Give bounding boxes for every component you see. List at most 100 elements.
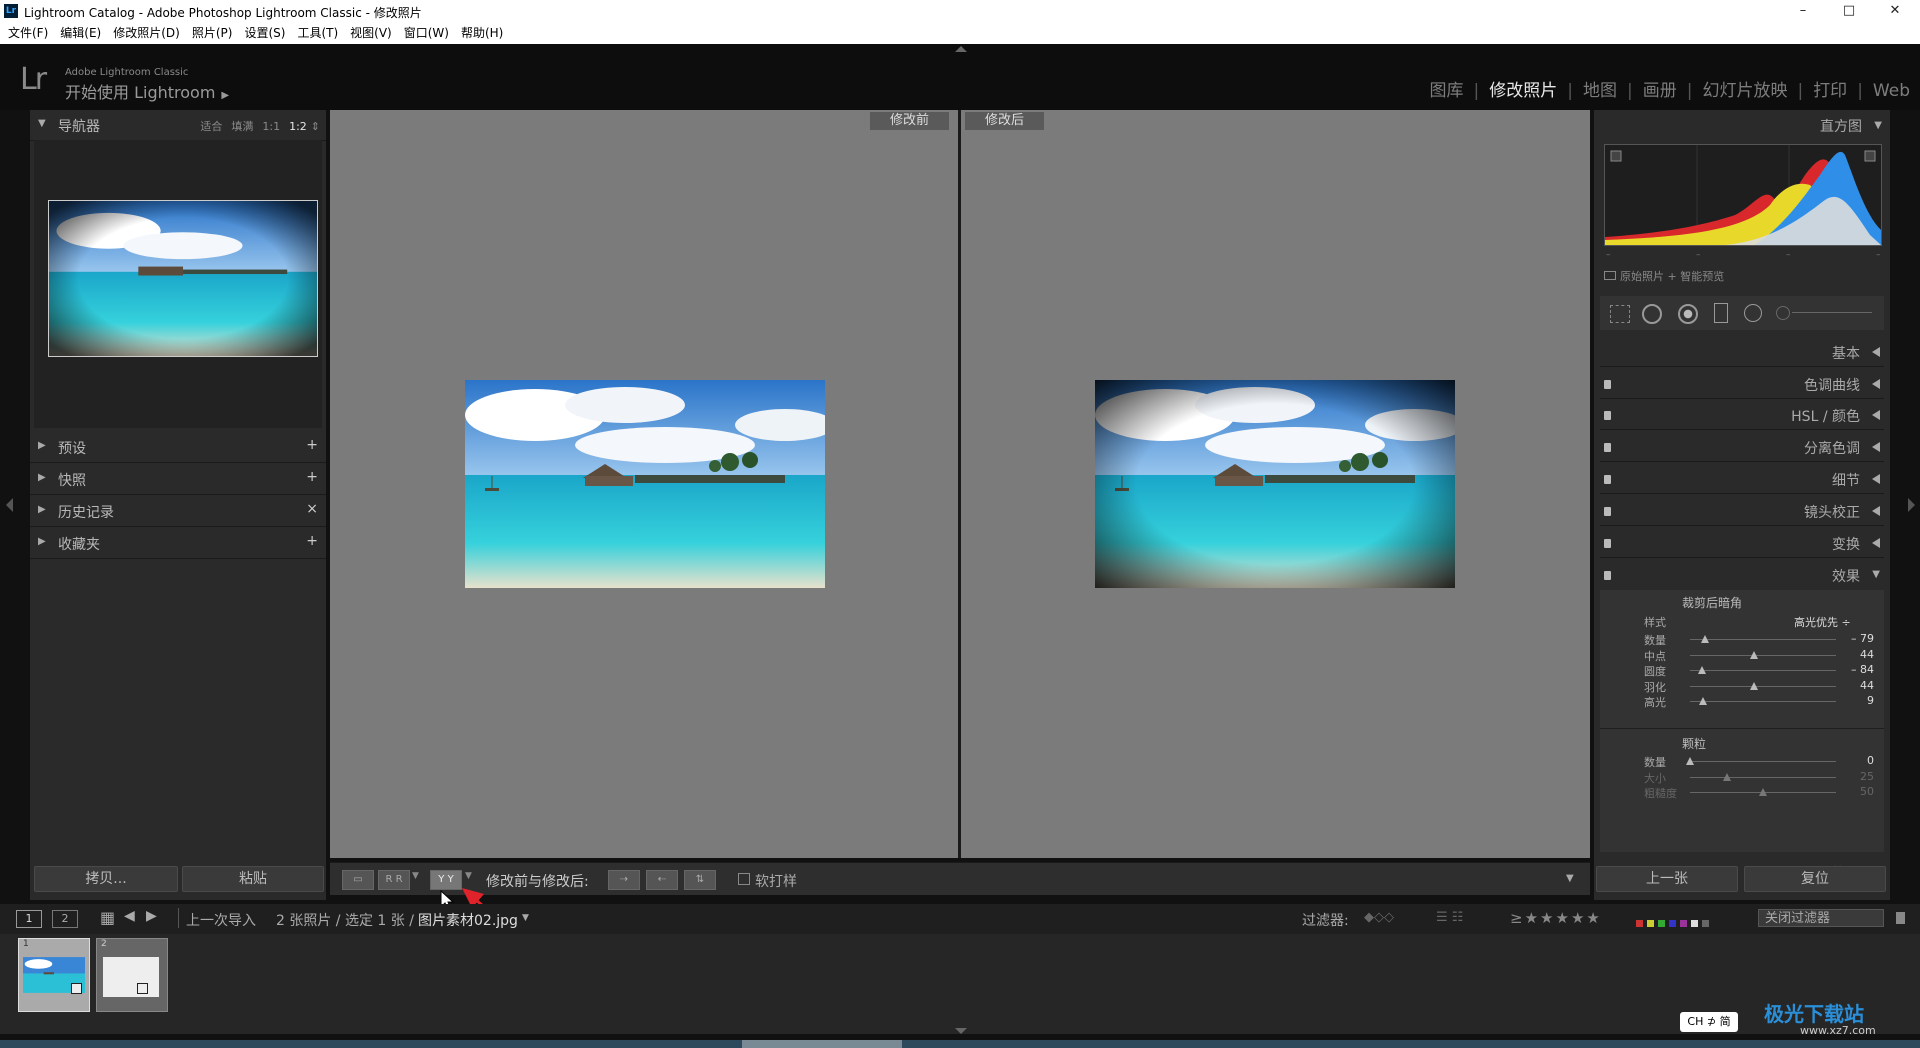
left-panel-toggle-icon[interactable] bbox=[6, 498, 13, 512]
arrow-right-icon[interactable]: ▶ bbox=[146, 908, 157, 924]
radial-filter-icon[interactable] bbox=[1744, 304, 1762, 322]
before-after-lr-button[interactable]: R R bbox=[378, 870, 410, 890]
slider-knob[interactable] bbox=[1697, 666, 1706, 675]
menu-photo[interactable]: 照片(P) bbox=[186, 22, 239, 44]
menu-help[interactable]: 帮助(H) bbox=[455, 22, 509, 44]
get-started-link[interactable]: 开始使用 Lightroom ▶ bbox=[65, 79, 229, 103]
minimize-button[interactable]: – bbox=[1780, 0, 1826, 22]
swap-before-after-button[interactable]: ⇅ bbox=[684, 870, 716, 890]
section-switch[interactable] bbox=[1604, 571, 1611, 580]
collapse-down-icon[interactable]: ▼ bbox=[1874, 120, 1882, 131]
slider-track[interactable] bbox=[1690, 639, 1836, 640]
add-snapshot-icon[interactable]: + bbox=[306, 469, 318, 485]
previous-button[interactable]: 上一张 bbox=[1596, 866, 1738, 892]
section-switch[interactable] bbox=[1604, 443, 1611, 452]
collections-header[interactable]: ▶ 收藏夹 + bbox=[30, 528, 326, 559]
section-switch[interactable] bbox=[1604, 475, 1611, 484]
histogram[interactable] bbox=[1604, 144, 1882, 246]
menu-edit[interactable]: 编辑(E) bbox=[54, 22, 107, 44]
spot-removal-icon[interactable] bbox=[1642, 304, 1662, 324]
menu-settings[interactable]: 设置(S) bbox=[238, 22, 291, 44]
menu-develop[interactable]: 修改照片(D) bbox=[107, 22, 186, 44]
slider-knob[interactable] bbox=[1750, 681, 1759, 690]
slider-knob[interactable] bbox=[1686, 757, 1694, 765]
history-header[interactable]: ▶ 历史记录 × bbox=[30, 496, 326, 527]
before-photo[interactable] bbox=[465, 380, 825, 588]
after-photo[interactable] bbox=[1095, 380, 1455, 588]
slider-value[interactable]: 44 bbox=[1860, 648, 1874, 661]
copy-before-to-after-button[interactable]: ⇢ bbox=[608, 870, 640, 890]
slider-value[interactable]: – 84 bbox=[1851, 663, 1874, 676]
second-window-button[interactable]: 2 bbox=[52, 910, 78, 928]
slider-value[interactable]: 25 bbox=[1860, 770, 1874, 783]
red-eye-icon[interactable] bbox=[1678, 304, 1698, 324]
slider-row[interactable]: 高光 9 bbox=[1600, 692, 1884, 710]
filmstrip-thumb[interactable]: 1 bbox=[18, 938, 90, 1012]
slider-track[interactable] bbox=[1690, 685, 1836, 687]
soft-proof-checkbox[interactable] bbox=[738, 873, 750, 885]
section-basic[interactable]: 基本 bbox=[1600, 338, 1884, 366]
slider-track[interactable] bbox=[1690, 670, 1836, 672]
filename-label[interactable]: 图片素材02.jpg bbox=[418, 910, 518, 930]
module-book[interactable]: 画册 bbox=[1643, 76, 1677, 101]
module-map[interactable]: 地图 bbox=[1583, 76, 1617, 101]
add-collection-icon[interactable]: + bbox=[306, 533, 318, 549]
section-detail[interactable]: 细节 bbox=[1600, 465, 1884, 493]
brush-icon[interactable] bbox=[1776, 306, 1790, 320]
menu-view[interactable]: 视图(V) bbox=[344, 22, 398, 44]
slider-knob[interactable] bbox=[1700, 635, 1709, 643]
section-split-toning[interactable]: 分离色调 bbox=[1600, 433, 1884, 461]
section-switch[interactable] bbox=[1604, 380, 1611, 389]
zoom-fit[interactable]: 适合 bbox=[200, 120, 222, 133]
maximize-button[interactable]: □ bbox=[1826, 0, 1872, 22]
close-button[interactable]: ✕ bbox=[1872, 0, 1918, 22]
section-tone-curve[interactable]: 色调曲线 bbox=[1600, 370, 1884, 398]
slider-value[interactable]: 50 bbox=[1860, 785, 1874, 798]
navigator-preview[interactable] bbox=[34, 140, 322, 428]
menu-file[interactable]: 文件(F) bbox=[0, 22, 54, 44]
slider-knob[interactable] bbox=[1722, 772, 1731, 781]
copy-settings-button[interactable]: 拷贝... bbox=[34, 866, 178, 892]
slider-value[interactable]: 9 bbox=[1867, 694, 1874, 707]
module-library[interactable]: 图库 bbox=[1430, 76, 1464, 101]
arrow-left-icon[interactable]: ◀ bbox=[124, 908, 135, 924]
module-slideshow[interactable]: 幻灯片放映 bbox=[1702, 76, 1787, 101]
ime-indicator[interactable]: CH ⊅ 简 bbox=[1680, 1012, 1738, 1032]
edit-filter-icons[interactable]: ☰ ☷ bbox=[1436, 910, 1463, 925]
section-hsl[interactable]: HSL / 颜色 bbox=[1600, 401, 1884, 429]
crop-tool-icon[interactable] bbox=[1610, 305, 1630, 323]
loupe-view-button[interactable]: ▭ bbox=[342, 870, 374, 890]
section-effects[interactable]: 效果 ▼ bbox=[1600, 561, 1884, 589]
right-panel-toggle-icon[interactable] bbox=[1908, 498, 1915, 512]
slider-track[interactable] bbox=[1690, 776, 1836, 778]
reset-button[interactable]: 复位 bbox=[1744, 866, 1886, 892]
menu-window[interactable]: 窗口(W) bbox=[398, 22, 455, 44]
clear-history-icon[interactable]: × bbox=[306, 501, 318, 517]
slider-track[interactable] bbox=[1690, 654, 1836, 656]
slider-track[interactable] bbox=[1690, 761, 1836, 762]
slider-track[interactable] bbox=[1690, 701, 1836, 703]
slider-value[interactable]: – 79 bbox=[1851, 632, 1874, 645]
filter-preset-select[interactable]: 关闭过滤器 bbox=[1758, 909, 1884, 927]
slider-row[interactable]: 粗糙度 50 bbox=[1600, 783, 1884, 801]
module-web[interactable]: Web bbox=[1873, 81, 1910, 101]
copy-after-to-before-button[interactable]: ⇠ bbox=[646, 870, 678, 890]
section-switch[interactable] bbox=[1604, 411, 1611, 420]
menu-tools[interactable]: 工具(T) bbox=[291, 22, 344, 44]
section-lens-corrections[interactable]: 镜头校正 bbox=[1600, 497, 1884, 525]
filmstrip-thumb[interactable]: 2 bbox=[96, 938, 168, 1012]
paste-settings-button[interactable]: 粘贴 bbox=[182, 866, 324, 892]
graduated-filter-icon[interactable] bbox=[1714, 303, 1728, 323]
grid-icon[interactable]: ▦ bbox=[100, 908, 115, 927]
navigator-header[interactable]: ▼ 导航器 适合 填满 1:1 1:2 ⇕ bbox=[30, 110, 326, 141]
main-window-button[interactable]: 1 bbox=[16, 910, 42, 928]
chevron-down-icon[interactable]: ▼ bbox=[522, 913, 529, 923]
brush-slider[interactable] bbox=[1792, 312, 1872, 313]
navigator-thumbnail[interactable] bbox=[48, 200, 318, 357]
vignette-style-select[interactable]: 高光优先 ÷ bbox=[1794, 614, 1851, 630]
section-switch[interactable] bbox=[1604, 539, 1611, 548]
filter-lock-icon[interactable] bbox=[1896, 912, 1905, 924]
slider-value[interactable]: 0 bbox=[1867, 754, 1874, 767]
bottom-panel-toggle-icon[interactable] bbox=[955, 1028, 967, 1034]
top-panel-toggle-icon[interactable] bbox=[955, 46, 967, 52]
